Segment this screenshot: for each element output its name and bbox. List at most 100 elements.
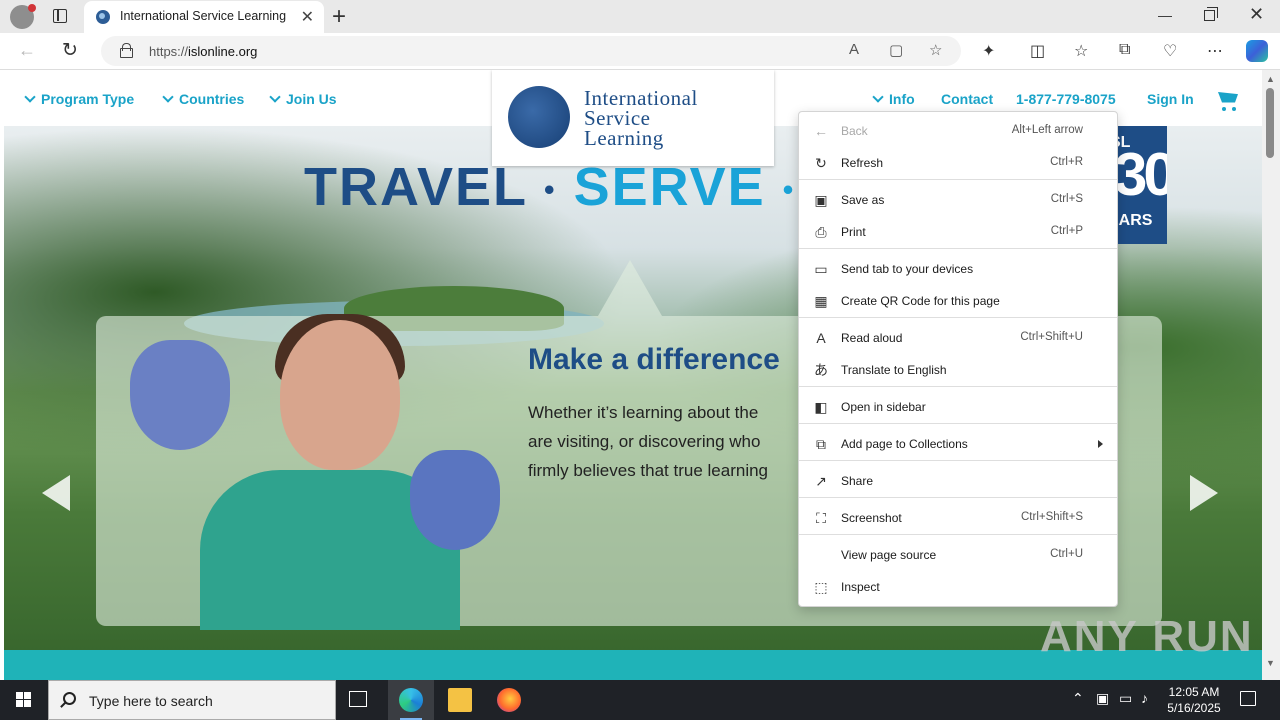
cart-icon[interactable] bbox=[1218, 92, 1238, 103]
search-icon bbox=[63, 692, 76, 705]
favorites-icon[interactable]: ☆ bbox=[1074, 41, 1088, 61]
profile-icon[interactable] bbox=[10, 4, 36, 29]
nav-countries[interactable]: Countries bbox=[162, 91, 244, 107]
menu-item-print[interactable]: ⎙ Print Ctrl+P bbox=[799, 217, 1117, 247]
task-view-icon[interactable] bbox=[349, 691, 367, 707]
menu-item-view-page-source[interactable]: View page source Ctrl+U bbox=[799, 540, 1117, 570]
search-placeholder[interactable]: Type here to search bbox=[89, 693, 213, 709]
scroll-down-icon[interactable]: ▼ bbox=[1266, 658, 1275, 668]
menu-separator bbox=[799, 317, 1117, 318]
menu-item-label: Send tab to your devices bbox=[841, 262, 974, 276]
volume-icon[interactable]: ♪ bbox=[1141, 690, 1148, 706]
menu-item-refresh[interactable]: ↻ Refresh Ctrl+R bbox=[799, 148, 1117, 178]
menu-item-create-qr-code-for-this-page[interactable]: ▦ Create QR Code for this page bbox=[799, 286, 1117, 316]
tray-chevron-icon[interactable]: ⌃ bbox=[1072, 690, 1084, 707]
edge-icon[interactable] bbox=[399, 688, 423, 712]
menu-item-send-tab-to-your-devices[interactable]: ▭ Send tab to your devices bbox=[799, 254, 1117, 284]
address-bar[interactable]: https://islonline.org A ▢ ☆ bbox=[101, 36, 961, 66]
menu-item-label: Screenshot bbox=[841, 511, 902, 525]
devices-icon: ▭ bbox=[814, 261, 828, 277]
favorite-star-icon[interactable]: ☆ bbox=[929, 41, 942, 59]
translate-icon: あ bbox=[814, 362, 828, 378]
nav-join-us[interactable]: Join Us bbox=[269, 91, 337, 107]
nav-sign-in[interactable]: Sign In bbox=[1147, 91, 1194, 107]
tab-close-button[interactable]: ✕ bbox=[301, 7, 314, 27]
menu-item-inspect[interactable]: ⬚ Inspect bbox=[799, 572, 1117, 602]
person-head bbox=[280, 320, 400, 470]
nav-phone[interactable]: 1-877-779-8075 bbox=[1016, 91, 1116, 107]
nav-program-type[interactable]: Program Type bbox=[24, 91, 134, 107]
qr-code-icon: ▦ bbox=[814, 293, 828, 309]
clock-date: 5/16/2025 bbox=[1167, 701, 1221, 715]
menu-separator bbox=[799, 423, 1117, 424]
copilot-icon[interactable] bbox=[1246, 40, 1268, 62]
extensions-icon[interactable]: ✦ bbox=[982, 41, 995, 61]
menu-separator bbox=[799, 179, 1117, 180]
menu-item-label: Translate to English bbox=[841, 363, 947, 377]
taskbar: Type here to search ⌃ ▣ ▭ ♪ 12:05 AM 5/1… bbox=[0, 680, 1280, 720]
page-scrollbar[interactable]: ▲ ▼ bbox=[1262, 70, 1280, 680]
split-screen-icon[interactable]: ◫ bbox=[1030, 41, 1045, 61]
clock[interactable]: 12:05 AM 5/16/2025 bbox=[1160, 684, 1228, 716]
hero-word-serve: SERVE bbox=[573, 157, 766, 217]
print-icon: ⎙ bbox=[815, 224, 827, 240]
back-button[interactable]: ← bbox=[18, 40, 36, 61]
scroll-thumb[interactable] bbox=[1266, 88, 1274, 158]
menu-item-open-in-sidebar[interactable]: ◧ Open in sidebar bbox=[799, 392, 1117, 422]
new-tab-button[interactable]: + bbox=[332, 3, 346, 31]
network-icon[interactable]: ▭ bbox=[1119, 690, 1132, 707]
share-icon: ↗ bbox=[815, 473, 827, 489]
menu-item-shortcut: Ctrl+P bbox=[1050, 225, 1083, 237]
inspect-icon: ⬚ bbox=[814, 579, 828, 595]
nav-contact[interactable]: Contact bbox=[941, 91, 993, 107]
notifications-icon[interactable] bbox=[1240, 691, 1256, 706]
firefox-icon[interactable] bbox=[497, 688, 521, 712]
menu-item-shortcut: Ctrl+Shift+U bbox=[1020, 331, 1083, 343]
carousel-prev-arrow[interactable] bbox=[42, 475, 70, 511]
carousel-next-arrow[interactable] bbox=[1190, 475, 1218, 511]
menu-item-add-page-to-collections[interactable]: ⧉ Add page to Collections bbox=[799, 429, 1117, 459]
menu-item-label: Back bbox=[841, 124, 868, 138]
panel-line: Whether it’s learning about the bbox=[528, 403, 759, 422]
menu-item-label: Read aloud bbox=[841, 331, 903, 345]
file-explorer-icon[interactable] bbox=[448, 688, 472, 712]
context-menu: ← Back Alt+Left arrow ↻ Refresh Ctrl+R ▣ Save a… bbox=[798, 111, 1118, 607]
collections-icon[interactable]: ⧉ bbox=[1119, 41, 1130, 59]
windows-start-icon[interactable] bbox=[16, 692, 32, 708]
active-tab[interactable]: International Service Learning ✕ bbox=[84, 1, 324, 33]
window-close-button[interactable]: ✕ bbox=[1249, 4, 1264, 25]
menu-item-shortcut: Ctrl+Shift+S bbox=[1021, 511, 1083, 523]
menu-item-screenshot[interactable]: ⛶ Screenshot Ctrl+Shift+S bbox=[799, 503, 1117, 533]
menu-item-translate-to-english[interactable]: あ Translate to English bbox=[799, 355, 1117, 385]
menu-item-label: View page source bbox=[841, 548, 937, 562]
menu-item-read-aloud[interactable]: A Read aloud Ctrl+Shift+U bbox=[799, 323, 1117, 353]
refresh-button[interactable]: ↻ bbox=[62, 39, 78, 62]
menu-separator bbox=[799, 534, 1117, 535]
menu-item-share[interactable]: ↗ Share bbox=[799, 466, 1117, 496]
taskbar-search[interactable]: Type here to search bbox=[48, 680, 336, 720]
tray-device-icon[interactable]: ▣ bbox=[1096, 690, 1109, 707]
site-logo[interactable]: International Service Learning bbox=[492, 70, 774, 166]
logo-line: International bbox=[584, 86, 698, 110]
logo-text: International Service Learning bbox=[584, 86, 698, 149]
read-aloud-icon[interactable]: A bbox=[849, 41, 859, 58]
person-right-hand bbox=[410, 450, 500, 550]
more-menu-icon[interactable]: ⋯ bbox=[1207, 41, 1223, 61]
tab-actions-icon[interactable] bbox=[53, 9, 67, 23]
anyrun-watermark: ANY RUN bbox=[1040, 612, 1254, 661]
person-left-hand bbox=[130, 340, 230, 450]
lock-icon[interactable] bbox=[120, 43, 133, 58]
nav-info[interactable]: Info bbox=[872, 91, 915, 107]
menu-item-shortcut: Alt+Left arrow bbox=[1011, 124, 1083, 136]
menu-item-save-as[interactable]: ▣ Save as Ctrl+S bbox=[799, 185, 1117, 215]
browser-essentials-icon[interactable]: ♡ bbox=[1163, 41, 1177, 61]
scroll-up-icon[interactable]: ▲ bbox=[1266, 74, 1275, 84]
url-text[interactable]: https://islonline.org bbox=[149, 44, 257, 59]
volunteer-photo bbox=[110, 314, 530, 630]
clock-time: 12:05 AM bbox=[1168, 685, 1220, 699]
menu-item-label: Inspect bbox=[841, 580, 880, 594]
minimize-button[interactable]: — bbox=[1158, 7, 1172, 23]
menu-separator bbox=[799, 248, 1117, 249]
immersive-reader-icon[interactable]: ▢ bbox=[889, 41, 903, 59]
restore-button[interactable] bbox=[1204, 7, 1218, 21]
